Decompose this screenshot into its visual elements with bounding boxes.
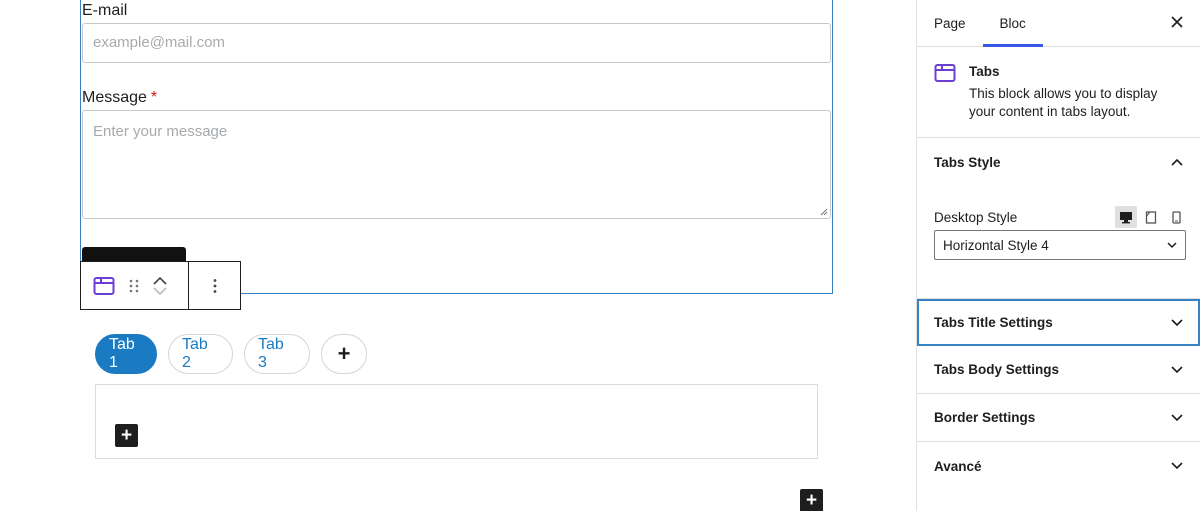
chevron-down-icon xyxy=(1171,318,1183,326)
email-label-text: E-mail xyxy=(82,2,128,19)
message-placeholder: Enter your message xyxy=(93,123,228,140)
desktop-style-label: Desktop Style xyxy=(934,210,1018,225)
message-field[interactable]: Enter your message xyxy=(82,110,831,219)
required-marker: * xyxy=(150,89,158,106)
tab-body xyxy=(95,384,818,459)
chevron-up-icon[interactable] xyxy=(153,276,167,285)
chevron-up-icon xyxy=(1171,158,1183,166)
tabs-body-settings-panel[interactable]: Tabs Body Settings xyxy=(917,346,1200,394)
tabs-title-row: Tab 1 Tab 2 Tab 3 + xyxy=(95,334,367,374)
tabs-title-settings-panel[interactable]: Tabs Title Settings xyxy=(917,299,1200,346)
close-icon[interactable] xyxy=(1170,12,1184,35)
border-settings-panel[interactable]: Border Settings xyxy=(917,394,1200,442)
contact-form-block[interactable]: E-mail example@mail.com Message * Enter y… xyxy=(80,0,833,294)
tab-3[interactable]: Tab 3 xyxy=(244,334,310,374)
chevron-down-icon xyxy=(1167,241,1177,248)
tab-2[interactable]: Tab 2 xyxy=(168,334,233,374)
tab-1[interactable]: Tab 1 xyxy=(95,334,157,374)
tabs-icon xyxy=(934,63,956,88)
panel-title: Avancé xyxy=(934,458,982,474)
panel-title: Tabs Body Settings xyxy=(934,362,1060,377)
selected-style: Horizontal Style 4 xyxy=(943,237,1049,253)
chevron-down-icon[interactable] xyxy=(153,286,167,296)
tabs-style-panel: Tabs Style Desktop Style Horizontal Styl… xyxy=(917,138,1200,299)
move-buttons xyxy=(153,276,167,296)
tab-page[interactable]: Page xyxy=(917,0,983,46)
email-label: E-mail xyxy=(82,2,127,20)
add-tab-button[interactable]: + xyxy=(321,334,367,374)
desktop-style-select[interactable]: Horizontal Style 4 xyxy=(934,230,1186,260)
drag-handle-icon[interactable] xyxy=(129,278,139,294)
tabs-style-toggle[interactable]: Tabs Style xyxy=(917,138,1200,186)
toolbar-group-options xyxy=(189,262,240,309)
message-label-text: Message xyxy=(82,89,147,106)
panel-title: Tabs Title Settings xyxy=(934,315,1053,330)
email-field[interactable]: example@mail.com xyxy=(82,23,831,63)
chevron-down-icon xyxy=(1171,413,1183,421)
panel-title: Border Settings xyxy=(934,410,1036,425)
toolbar-group-main xyxy=(81,262,189,309)
advanced-panel[interactable]: Avancé xyxy=(917,442,1200,490)
tab-bloc[interactable]: Bloc xyxy=(982,0,1044,47)
append-block-button[interactable]: + xyxy=(800,489,823,511)
tabs-style-title: Tabs Style xyxy=(934,154,1001,170)
mobile-icon[interactable] xyxy=(1165,206,1187,228)
block-card: Tabs This block allows you to display yo… xyxy=(917,47,1200,138)
sidebar-tabs: Page Bloc xyxy=(917,0,1200,47)
chevron-down-icon xyxy=(1171,462,1183,470)
tablet-icon[interactable] xyxy=(1140,206,1162,228)
editor-canvas: E-mail example@mail.com Message * Enter y… xyxy=(0,0,916,511)
settings-sidebar: Page Bloc Tabs This block allows you to … xyxy=(916,0,1200,511)
block-inserter-button[interactable]: + xyxy=(115,424,138,447)
block-card-description: This block allows you to display your co… xyxy=(969,86,1158,119)
more-vertical-icon[interactable] xyxy=(213,278,217,294)
desktop-icon[interactable] xyxy=(1115,206,1137,228)
block-card-title: Tabs xyxy=(969,64,1000,79)
chevron-down-icon xyxy=(1171,365,1183,373)
device-switcher xyxy=(1115,206,1187,228)
block-toolbar xyxy=(80,261,241,310)
resize-handle-icon[interactable] xyxy=(820,208,828,216)
tabs-icon[interactable] xyxy=(93,276,115,296)
message-label: Message * xyxy=(82,89,157,107)
